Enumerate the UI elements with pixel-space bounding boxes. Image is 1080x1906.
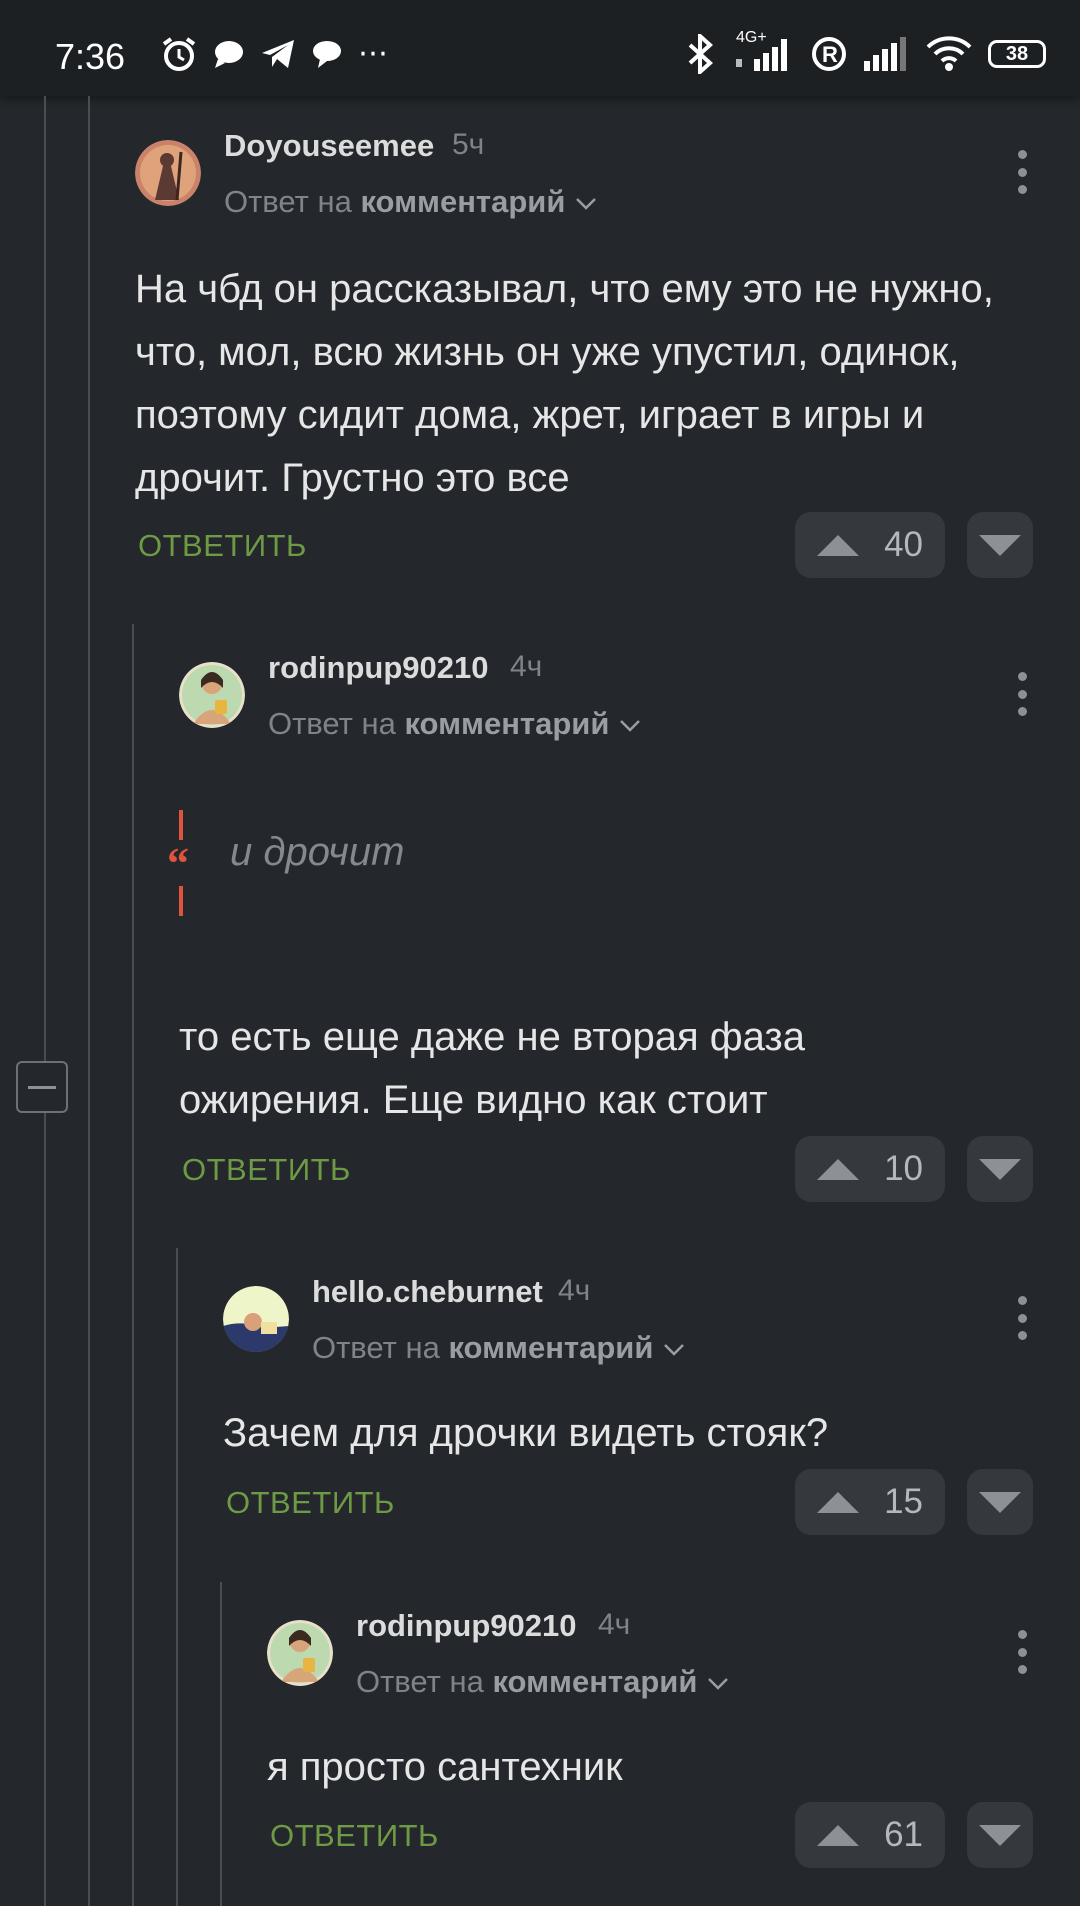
battery-icon: 38 — [988, 40, 1046, 68]
comment-time: 5ч — [452, 128, 485, 161]
reply-to[interactable]: Ответ на комментарий — [268, 706, 642, 742]
comment-author[interactable]: hello.cheburnet — [312, 1274, 543, 1310]
comment-text: я просто сантехник — [267, 1745, 623, 1789]
comment-time: 4ч — [558, 1274, 591, 1307]
svg-text:R: R — [822, 42, 838, 67]
arrow-down-icon — [979, 534, 1021, 556]
notification-icons: ⋯ — [160, 34, 388, 74]
chevron-down-icon — [708, 1678, 728, 1690]
thread-line-3 — [132, 624, 134, 1250]
arrow-down-icon — [979, 1491, 1021, 1513]
upvote-button[interactable]: 40 — [795, 512, 945, 578]
system-icons: 4G+ R 38 — [682, 29, 1046, 74]
thread-line-2 — [88, 96, 90, 626]
arrow-down-icon — [979, 1158, 1021, 1180]
thread-line-3b — [132, 1250, 134, 1906]
comment-author[interactable]: rodinpup90210 — [268, 650, 489, 686]
reply-button[interactable]: ОТВЕТИТЬ — [270, 1818, 439, 1854]
vote-count: 40 — [884, 525, 923, 564]
avatar[interactable] — [135, 140, 201, 206]
reply-button[interactable]: ОТВЕТИТЬ — [182, 1152, 351, 1188]
minus-icon — [28, 1085, 56, 1089]
quote-icon: “ — [167, 810, 189, 916]
chevron-down-icon — [664, 1344, 684, 1356]
reply-to-prefix: Ответ на — [356, 1664, 484, 1699]
reply-to[interactable]: Ответ на комментарий — [356, 1664, 730, 1700]
reply-to[interactable]: Ответ на комментарий — [312, 1330, 686, 1366]
thread-line-2b — [88, 626, 90, 1906]
status-bar: 7:36 ⋯ 4G+ R 38 — [0, 0, 1080, 96]
thread-line-1 — [44, 96, 46, 1906]
upvote-button[interactable]: 15 — [795, 1469, 945, 1535]
vote-count: 15 — [884, 1482, 923, 1521]
registered-icon: R — [812, 37, 846, 71]
reply-to-target: комментарий — [492, 1664, 698, 1699]
more-options-icon[interactable] — [1016, 1296, 1028, 1340]
downvote-button[interactable] — [967, 1802, 1033, 1868]
more-options-icon[interactable] — [1016, 1630, 1028, 1674]
chat-bubble-icon — [215, 41, 243, 68]
collapse-thread-button[interactable] — [16, 1061, 68, 1113]
reply-to[interactable]: Ответ на комментарий — [224, 184, 598, 220]
more-dots-icon: ⋯ — [358, 37, 388, 70]
downvote-button[interactable] — [967, 1469, 1033, 1535]
vote-count: 10 — [884, 1149, 923, 1188]
telegram-icon — [262, 40, 294, 68]
arrow-up-icon — [817, 1491, 859, 1513]
svg-text:“: “ — [167, 839, 189, 888]
downvote-button[interactable] — [967, 512, 1033, 578]
avatar[interactable] — [267, 1620, 333, 1686]
reply-to-target: комментарий — [404, 706, 610, 741]
wifi-icon — [926, 36, 972, 71]
bluetooth-icon — [688, 34, 713, 74]
thread-line-5 — [220, 1582, 222, 1906]
reply-to-prefix: Ответ на — [224, 184, 352, 219]
comment-text: Зачем для дрочки видеть стояк? — [223, 1411, 829, 1455]
chevron-down-icon — [576, 198, 596, 210]
status-time: 7:36 — [55, 36, 126, 77]
signal-icon — [864, 37, 906, 71]
avatar[interactable] — [179, 662, 245, 728]
arrow-up-icon — [817, 1158, 859, 1180]
comment-text: то есть еще даже не вторая фаза ожирения… — [179, 1015, 806, 1122]
comment-time: 4ч — [598, 1608, 631, 1641]
comment-time: 4ч — [510, 650, 543, 683]
more-options-icon[interactable] — [1016, 150, 1028, 194]
mobile-signal: 4G+ — [732, 29, 796, 71]
avatar[interactable] — [223, 1286, 289, 1352]
reply-to-target: комментарий — [448, 1330, 654, 1365]
thread-line-4 — [176, 1248, 178, 1906]
network-type: 4G+ — [736, 29, 767, 46]
comment-author[interactable]: Doyouseemee — [224, 128, 434, 164]
arrow-up-icon — [817, 1824, 859, 1846]
reply-to-target: комментарий — [360, 184, 566, 219]
upvote-button[interactable]: 61 — [795, 1802, 945, 1868]
comment-text: На чбд он рассказывал, что ему это не ну… — [135, 267, 994, 500]
reply-button[interactable]: ОТВЕТИТЬ — [226, 1485, 395, 1521]
upvote-button[interactable]: 10 — [795, 1136, 945, 1202]
comment-author[interactable]: rodinpup90210 — [356, 1608, 577, 1644]
more-options-icon[interactable] — [1016, 672, 1028, 716]
alarm-icon — [162, 37, 196, 71]
arrow-down-icon — [979, 1824, 1021, 1846]
chevron-down-icon — [620, 720, 640, 732]
reply-button[interactable]: ОТВЕТИТЬ — [138, 528, 307, 564]
quote-text: и дрочит — [230, 830, 405, 874]
downvote-button[interactable] — [967, 1136, 1033, 1202]
reply-to-prefix: Ответ на — [312, 1330, 440, 1365]
message-icon — [313, 41, 341, 68]
arrow-up-icon — [817, 534, 859, 556]
vote-count: 61 — [884, 1815, 923, 1854]
reply-to-prefix: Ответ на — [268, 706, 396, 741]
